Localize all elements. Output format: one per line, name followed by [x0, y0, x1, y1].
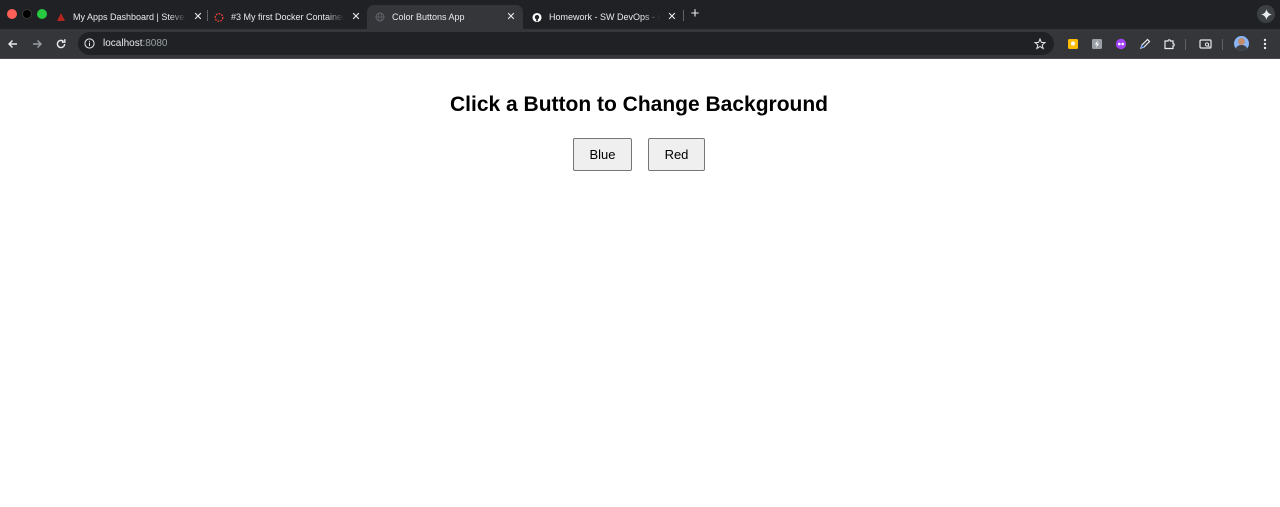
- toolbar-divider: [1185, 39, 1186, 50]
- keep-icon[interactable]: [1065, 36, 1081, 52]
- window-maximize-button[interactable]: [37, 9, 47, 19]
- gemini-sparkle-icon[interactable]: [1257, 5, 1275, 23]
- tab-docker-container[interactable]: #3 My first Docker Container ✕: [214, 5, 362, 29]
- tab-my-apps-dashboard[interactable]: My Apps Dashboard | Steven ✕: [56, 5, 204, 29]
- toolbar-divider: [1222, 39, 1223, 50]
- tab-search-icon[interactable]: [1197, 36, 1213, 52]
- tab-close-icon[interactable]: ✕: [350, 11, 362, 23]
- tab-title: Homework - SW DevOps - Or: [549, 12, 660, 22]
- purple-extension-icon[interactable]: [1113, 36, 1129, 52]
- tab-divider: [207, 10, 208, 21]
- apps-dashboard-favicon-icon: [56, 12, 66, 22]
- loading-spinner-icon: [214, 12, 224, 22]
- tab-color-buttons-app[interactable]: Color Buttons App ✕: [367, 5, 523, 29]
- tab-strip: My Apps Dashboard | Steven ✕ #3 My first…: [0, 0, 1280, 29]
- bookmark-star-icon[interactable]: [1033, 37, 1046, 50]
- github-icon: [532, 12, 542, 22]
- tab-close-icon[interactable]: ✕: [666, 11, 678, 23]
- page-title: Click a Button to Change Background: [449, 93, 829, 116]
- bolt-icon[interactable]: [1089, 36, 1105, 52]
- back-arrow-icon[interactable]: [5, 36, 21, 52]
- reload-icon[interactable]: [53, 36, 69, 52]
- window-minimize-button[interactable]: [22, 9, 32, 19]
- menu-icon[interactable]: [1257, 36, 1273, 52]
- tab-title: My Apps Dashboard | Steven: [73, 12, 186, 22]
- url-text: localhost:8080: [103, 38, 168, 49]
- window-close-button[interactable]: [7, 9, 17, 19]
- url-host: localhost: [103, 38, 143, 49]
- puzzle-icon[interactable]: [1161, 36, 1177, 52]
- red-button[interactable]: Red: [648, 138, 705, 171]
- tab-divider: [683, 10, 684, 21]
- tab-title: #3 My first Docker Container: [231, 12, 344, 22]
- globe-icon: [375, 12, 385, 22]
- tab-title: Color Buttons App: [392, 12, 465, 22]
- browser-toolbar: localhost:8080: [0, 29, 1280, 59]
- site-info-icon[interactable]: [83, 37, 96, 50]
- address-bar[interactable]: localhost:8080: [78, 32, 1054, 55]
- tab-close-icon[interactable]: ✕: [192, 11, 204, 23]
- new-tab-button[interactable]: +: [688, 6, 702, 21]
- forward-arrow-icon[interactable]: [29, 36, 45, 52]
- tab-close-icon[interactable]: ✕: [505, 11, 517, 23]
- url-port: :8080: [142, 38, 168, 49]
- page-content: Click a Button to Change Background Blue…: [0, 60, 1280, 507]
- avatar[interactable]: [1234, 36, 1249, 51]
- pen-icon[interactable]: [1137, 36, 1153, 52]
- blue-button[interactable]: Blue: [573, 138, 632, 171]
- tab-homework-sw-devops[interactable]: Homework - SW DevOps - Or ✕: [532, 5, 678, 29]
